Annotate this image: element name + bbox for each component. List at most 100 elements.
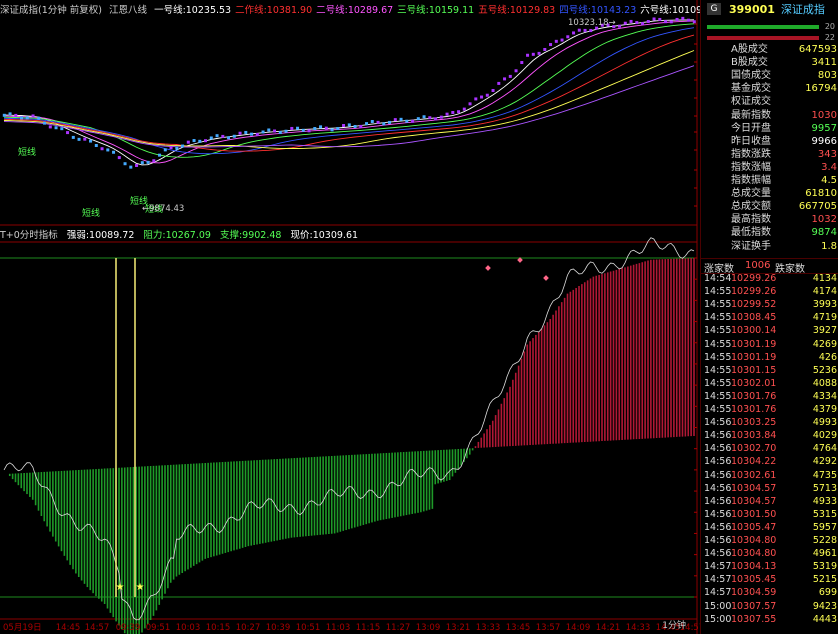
tick-price: 10299.26 — [731, 273, 777, 284]
stat-label: A股成交 — [731, 44, 768, 55]
stat-row: 最高指数 1032 — [701, 214, 838, 227]
price-bar — [393, 118, 397, 122]
time-tick: 13:09 — [416, 623, 441, 633]
g-icon[interactable]: G — [707, 3, 721, 15]
tick-volume: 4174 — [812, 286, 837, 298]
time-tick: 13:21 — [446, 623, 471, 633]
tick-price: 10304.57 — [731, 495, 777, 507]
breadth-row: 涨家数 1006 跌家数 — [701, 258, 838, 275]
stat-row: 深证换手 1.8 — [701, 241, 838, 254]
short-line-label: 短线 — [82, 207, 100, 219]
price-bar — [221, 134, 225, 138]
stat-row: 指数振幅 4.5 — [701, 175, 838, 188]
price-bar — [140, 161, 144, 165]
ma-curve — [3, 27, 695, 155]
tick-volume: 4269 — [812, 338, 837, 350]
stat-value: 16794 — [805, 83, 837, 95]
tick-price: 10303.84 — [731, 430, 777, 442]
time-tick: 11:27 — [386, 623, 411, 633]
price-bar — [497, 81, 501, 85]
price-bar — [462, 107, 466, 111]
tick-time: 14:55 — [704, 390, 732, 402]
ma-curve — [3, 65, 695, 148]
tick-price: 10305.45 — [731, 574, 777, 586]
price-bar — [135, 163, 139, 167]
price-bar — [330, 128, 334, 132]
tick-row: 14:56 10303.84 4029 — [701, 430, 838, 443]
time-tick: 10:27 — [236, 623, 261, 633]
time-tick: 13:33 — [476, 623, 501, 633]
index-code: 399001 — [729, 2, 775, 16]
price-bar — [8, 112, 12, 116]
tick-price: 10301.15 — [731, 364, 777, 376]
price-bar — [31, 114, 35, 118]
stat-row: 指数涨跌 343 — [701, 149, 838, 162]
time-tick: 11:03 — [326, 623, 351, 633]
price-bar — [129, 165, 133, 169]
price-bar — [273, 129, 277, 133]
price-bar — [652, 17, 656, 21]
tick-volume: 4735 — [812, 469, 837, 481]
tick-row: 14:55 10299.26 4174 — [701, 286, 838, 299]
price-bar — [37, 116, 41, 120]
tick-row: 14:56 10301.50 5315 — [701, 509, 838, 522]
price-bar — [457, 110, 461, 114]
price-bar — [439, 115, 443, 119]
tick-volume: 4443 — [812, 613, 837, 625]
tick-row: 15:00 10307.55 4443 — [701, 614, 838, 627]
tick-price: 10301.50 — [731, 508, 777, 520]
price-bar — [2, 113, 6, 117]
tick-time: 14:56 — [704, 521, 732, 533]
time-tick: 11:15 — [356, 623, 381, 633]
period-label[interactable]: 1分钟 — [662, 619, 686, 631]
tick-price: 10302.70 — [731, 443, 777, 455]
tick-price: 10304.80 — [731, 535, 777, 546]
stat-label: 总成交量 — [731, 188, 771, 200]
tick-price: 10302.01 — [731, 377, 777, 389]
price-bar — [146, 160, 150, 164]
upper-price-panel: 短线短线短线短线←9874.4310323.18→ — [2, 16, 696, 219]
tick-row: 14:55 10302.01 4088 — [701, 378, 838, 391]
stat-label: 最新指数 — [731, 109, 771, 121]
price-bar — [531, 52, 535, 56]
tick-volume: 5228 — [812, 535, 837, 546]
price-bar — [342, 124, 346, 128]
price-bar — [554, 39, 558, 43]
tick-volume: 5215 — [812, 574, 837, 586]
ma-line-label: 四号线:10143.23 — [559, 5, 637, 16]
tick-volume: 4961 — [812, 548, 837, 560]
price-bar — [365, 122, 369, 126]
ma-line-label: 三号线:10159.11 — [397, 5, 475, 16]
tick-time: 14:56 — [704, 482, 732, 494]
price-bar — [451, 110, 455, 114]
tick-time: 14:56 — [704, 535, 732, 546]
time-tick: 10:51 — [296, 623, 321, 633]
tick-price: 10299.26 — [731, 286, 777, 298]
stat-value: 1032 — [811, 214, 837, 226]
tick-row: 14:56 10305.47 5957 — [701, 522, 838, 535]
star-icon: ★ — [116, 582, 125, 593]
stat-row: 昨日收盘 9966 — [701, 136, 838, 149]
sub-title: T+0分时指标 — [0, 230, 58, 241]
stat-value: 647593 — [798, 44, 837, 55]
intraday-chart[interactable]: 短线短线短线短线←9874.4310323.18→ ★★ 10300102501… — [0, 0, 700, 634]
tick-volume: 699 — [818, 587, 837, 599]
tick-row: 14:56 10304.22 4292 — [701, 456, 838, 469]
price-bar — [635, 21, 639, 25]
price-bar — [255, 132, 259, 136]
price-bar — [664, 20, 668, 24]
time-tick: 13:45 — [506, 623, 531, 633]
stat-label: 总成交额 — [731, 201, 771, 213]
price-bar — [43, 121, 47, 125]
tick-time: 15:00 — [704, 613, 732, 625]
tick-time: 14:55 — [704, 364, 732, 376]
price-bar — [54, 126, 58, 130]
price-bar — [508, 74, 512, 78]
indicator-name: 江恩八线 — [109, 5, 148, 16]
time-tick: 10:03 — [176, 623, 201, 633]
stat-row: A股成交 647593 — [701, 44, 838, 57]
tick-volume: 4088 — [812, 377, 837, 389]
tick-time: 14:55 — [704, 325, 732, 337]
price-bar — [445, 112, 449, 116]
tick-time: 14:57 — [704, 574, 732, 586]
